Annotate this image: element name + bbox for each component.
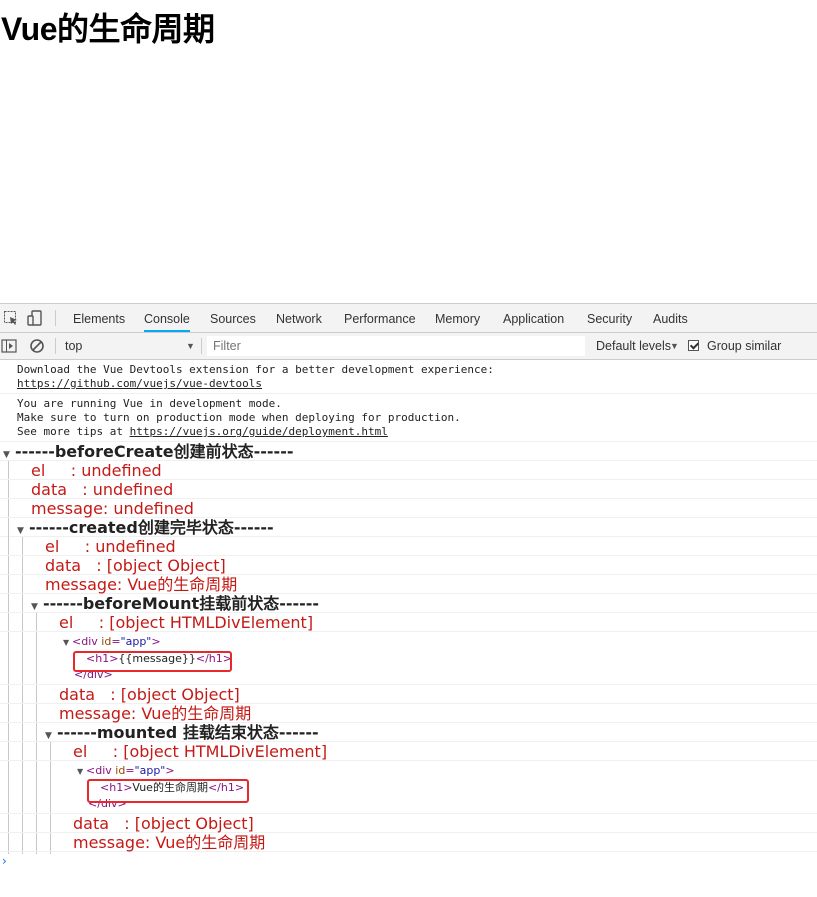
context-dropdown-icon[interactable]: ▼	[186, 333, 195, 360]
group-label: ------mounted 挂载结束状态------	[57, 723, 319, 742]
group-label: ------beforeMount挂载前状态------	[43, 594, 320, 613]
group-similar-label: Group similar	[707, 339, 782, 353]
log-el: el : [object HTMLDivElement]	[0, 742, 817, 761]
message-text: You are running Vue in development mode.	[17, 397, 282, 410]
console-group-header[interactable]: ▼ ------created创建完毕状态------	[0, 518, 817, 537]
log-el: el : undefined	[0, 461, 817, 480]
log-el: el : [object HTMLDivElement]	[0, 613, 817, 632]
log-message: message: Vue的生命周期	[0, 575, 817, 594]
deployment-link[interactable]: https://vuejs.org/guide/deployment.html	[130, 425, 388, 438]
tab-elements[interactable]: Elements	[73, 304, 125, 332]
group-label: ------beforeCreate创建前状态------	[15, 442, 294, 461]
console-message: Download the Vue Devtools extension for …	[0, 360, 817, 394]
show-sidebar-icon[interactable]	[1, 338, 17, 354]
devtools-link[interactable]: https://github.com/vuejs/vue-devtools	[17, 377, 262, 390]
expand-triangle-icon[interactable]: ▼	[77, 764, 86, 780]
console-message: You are running Vue in development mode.…	[0, 394, 817, 442]
console-group-header[interactable]: ▼ ------beforeMount挂载前状态------	[0, 594, 817, 613]
console-prompt-icon[interactable]: ›	[2, 854, 7, 868]
tab-security[interactable]: Security	[587, 304, 632, 332]
tab-sources[interactable]: Sources	[210, 304, 256, 332]
message-text: Make sure to turn on production mode whe…	[17, 411, 461, 424]
tab-console[interactable]: Console	[144, 304, 190, 332]
tab-audits[interactable]: Audits	[653, 304, 688, 332]
devtools-tabbar: Elements Console Sources Network Perform…	[0, 304, 817, 333]
expand-triangle-icon[interactable]: ▼	[63, 635, 72, 651]
log-data: data : [object Object]	[0, 685, 817, 704]
log-el: el : undefined	[0, 537, 817, 556]
tab-performance[interactable]: Performance	[344, 304, 416, 332]
log-data: data : undefined	[0, 480, 817, 499]
highlight-box	[73, 651, 232, 672]
log-data: data : [object Object]	[0, 556, 817, 575]
dom-open-div[interactable]: ▼ <div id="app">	[63, 634, 161, 650]
log-message: message: undefined	[0, 499, 817, 518]
console-output: Download the Vue Devtools extension for …	[0, 360, 817, 442]
console-group-header[interactable]: ▼ ------mounted 挂载结束状态------	[0, 723, 817, 742]
tab-application[interactable]: Application	[503, 304, 564, 332]
default-levels-dropdown[interactable]: Default levels	[596, 333, 671, 360]
log-message: message: Vue的生命周期	[0, 833, 817, 852]
toolbar-divider	[55, 338, 56, 354]
page-title: Vue的生命周期	[1, 11, 215, 47]
group-similar-checkbox[interactable]	[688, 340, 699, 351]
log-data: data : [object Object]	[0, 814, 817, 833]
dom-open-div[interactable]: ▼ <div id="app">	[77, 763, 175, 779]
message-text: See more tips at	[17, 425, 130, 438]
levels-dropdown-icon[interactable]: ▼	[670, 333, 679, 360]
device-toolbar-icon[interactable]	[27, 310, 43, 326]
devtools-panel: Elements Console Sources Network Perform…	[0, 303, 817, 897]
inspect-element-icon[interactable]	[3, 310, 19, 326]
console-filterbar: top ▼ Default levels ▼ Group similar	[0, 333, 817, 360]
console-group-header[interactable]: ▼ ------beforeCreate创建前状态------	[0, 442, 817, 461]
message-text: Download the Vue Devtools extension for …	[17, 363, 494, 376]
toolbar-divider	[201, 338, 202, 354]
tab-memory[interactable]: Memory	[435, 304, 480, 332]
context-selector[interactable]: top	[65, 333, 82, 360]
filter-input[interactable]	[207, 336, 585, 356]
toolbar-divider	[55, 310, 56, 326]
group-label: ------created创建完毕状态------	[29, 518, 274, 537]
highlight-box	[87, 779, 249, 803]
log-message: message: Vue的生命周期	[0, 704, 817, 723]
clear-console-icon[interactable]	[29, 338, 45, 354]
tab-network[interactable]: Network	[276, 304, 322, 332]
